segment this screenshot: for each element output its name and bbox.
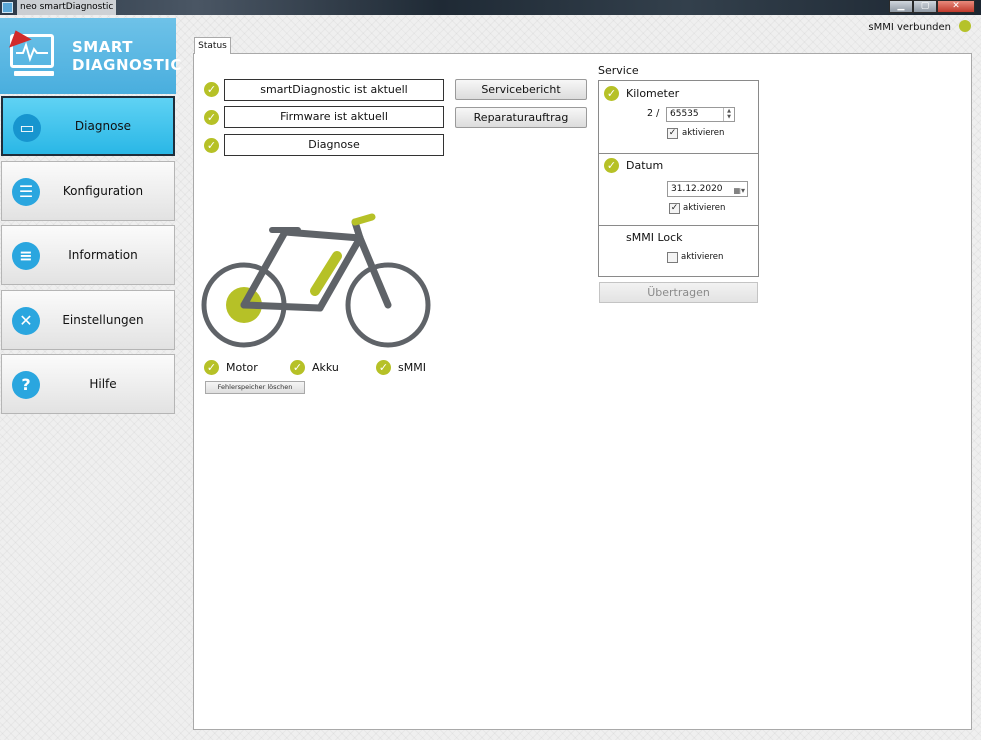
close-button[interactable]: ✕	[937, 0, 975, 13]
logo-text: SMART DIAGNOSTIC	[72, 38, 182, 74]
check-icon: ✓	[204, 110, 219, 125]
sidebar-item-label: Hilfe	[89, 377, 117, 391]
service-title: Service	[598, 64, 639, 77]
component-smmi: sMMI	[398, 361, 426, 374]
logo-line-1: SMART	[72, 38, 133, 56]
tab-status[interactable]: Status	[194, 37, 231, 54]
monitor-icon: ▭	[13, 114, 41, 142]
calendar-dropdown-icon[interactable]: ▦▾	[733, 184, 745, 198]
kilometer-label: Kilometer	[626, 87, 680, 100]
lock-activate-checkbox[interactable]	[667, 252, 678, 263]
title-bar: neo smartDiagnostic ▁ ▢ ✕	[0, 0, 981, 15]
transfer-button[interactable]: Übertragen	[599, 282, 758, 303]
lock-activate-label: aktivieren	[681, 252, 724, 262]
sidebar-item-label: Konfiguration	[62, 184, 144, 198]
sidebar-item-hilfe[interactable]: ? Hilfe	[1, 354, 175, 414]
servicebericht-button[interactable]: Servicebericht	[455, 79, 587, 100]
connection-indicator-icon	[959, 20, 971, 32]
status-smartdiagnostic: smartDiagnostic ist aktuell	[224, 79, 444, 101]
date-activate-label: aktivieren	[683, 203, 726, 213]
divider	[599, 225, 758, 226]
minimize-button[interactable]: ▁	[889, 0, 913, 13]
window-title: neo smartDiagnostic	[17, 0, 117, 15]
book-icon: ≡	[12, 242, 40, 270]
kilometer-input[interactable]: 65535 ▲ ▼	[666, 107, 735, 122]
sidebar-item-information[interactable]: ≡ Information	[1, 225, 175, 285]
date-picker[interactable]: 31.12.2020 ▦▾	[667, 181, 748, 197]
logo-line-2: DIAGNOSTIC	[72, 56, 182, 74]
check-icon: ✓	[376, 360, 391, 375]
sidebar-item-label: Diagnose	[74, 119, 132, 133]
app-logo: SMART DIAGNOSTIC	[0, 18, 181, 94]
sidebar-item-label: Einstellungen	[62, 313, 144, 327]
check-icon: ✓	[604, 158, 619, 173]
connection-status: sMMI verbunden	[868, 22, 951, 33]
spinner-arrows-icon[interactable]: ▲ ▼	[723, 108, 734, 121]
maximize-button[interactable]: ▢	[913, 0, 937, 13]
sidebar-item-label: Information	[68, 248, 138, 262]
window-controls: ▁ ▢ ✕	[889, 0, 975, 13]
status-firmware: Firmware ist aktuell	[224, 106, 444, 128]
date-value: 31.12.2020	[671, 184, 723, 194]
clear-error-memory-button[interactable]: Fehlerspeicher löschen	[205, 381, 305, 394]
check-icon: ✓	[290, 360, 305, 375]
kilometer-value: 65535	[670, 109, 699, 119]
sidebar-item-konfiguration[interactable]: ☰ Konfiguration	[1, 161, 175, 221]
sidebar-item-einstellungen[interactable]: ✕ Einstellungen	[1, 290, 175, 350]
tools-icon: ✕	[12, 307, 40, 335]
kilometer-activate-label: aktivieren	[682, 128, 725, 138]
check-icon: ✓	[204, 82, 219, 97]
reparaturauftrag-button[interactable]: Reparaturauftrag	[455, 107, 587, 128]
component-motor: Motor	[226, 361, 258, 374]
config-icon: ☰	[12, 178, 40, 206]
sidebar-item-diagnose[interactable]: ▭ Diagnose	[1, 96, 175, 156]
check-icon: ✓	[204, 360, 219, 375]
component-akku: Akku	[312, 361, 339, 374]
monitor-stand	[14, 71, 54, 76]
check-icon: ✓	[204, 138, 219, 153]
ebike-illustration	[201, 213, 431, 348]
app-icon	[2, 2, 13, 13]
date-activate-checkbox[interactable]: ✓	[669, 203, 680, 214]
check-icon: ✓	[604, 86, 619, 101]
kilometer-prefix: 2 /	[647, 108, 660, 119]
status-diagnose: Diagnose	[224, 134, 444, 156]
datum-label: Datum	[626, 159, 664, 172]
smmi-lock-label: sMMI Lock	[626, 231, 683, 244]
divider	[599, 153, 758, 154]
help-icon: ?	[12, 371, 40, 399]
kilometer-activate-checkbox[interactable]: ✓	[667, 128, 678, 139]
